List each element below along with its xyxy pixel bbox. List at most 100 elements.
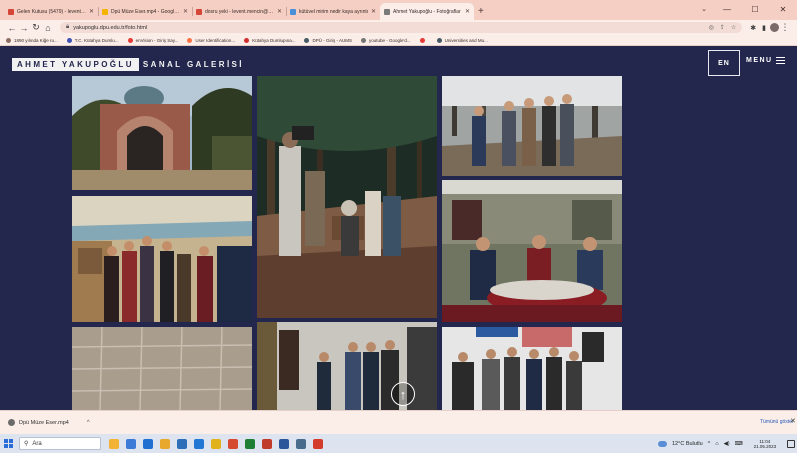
tab-close-icon[interactable]: ✕: [89, 8, 94, 15]
share-icon[interactable]: ⇪: [720, 24, 725, 31]
taskbar-search-input[interactable]: ⚲ Ara: [19, 437, 101, 450]
bookmark-item[interactable]: [419, 37, 428, 43]
browser-tab[interactable]: Dpü Müze Eser.mp4 - Google Dr ✕: [98, 3, 192, 20]
taskbar-app-icon[interactable]: [296, 438, 306, 449]
menu-label: MENU: [746, 57, 773, 64]
bookmarks-bar: 1890 yılında Kiğe ru... T.C. Kütahya Dum…: [0, 35, 797, 46]
search-placeholder: Ara: [32, 440, 42, 447]
browser-tab[interactable]: kütüvel mirim nedir kaya ayrıntı ✕: [286, 3, 380, 20]
bookmark-item[interactable]: DPÜ - Giriş - AUMS: [304, 37, 352, 43]
address-bar[interactable]: 🔒︎ yakupoglu.dpu.edu.tr/foto.html ◎ ⇪ ☆: [60, 22, 743, 33]
url-text[interactable]: yakupoglu.dpu.edu.tr/foto.html: [73, 25, 147, 31]
browser-tab-active[interactable]: Ahmet Yakupoğlu - Fotoğraflar ✕: [380, 3, 474, 20]
bookmark-item[interactable]: Kütahya Dumlupına...: [244, 37, 295, 43]
tab-title: dosru yeki - levent.mencin@dpu: [205, 8, 275, 15]
show-all-downloads-link[interactable]: Tümünü göster: [760, 419, 794, 425]
brand-subtitle: SANAL GALERİSİ: [142, 60, 244, 69]
extensions-area: ✱ ▮: [750, 24, 766, 32]
tab-title: Ahmet Yakupoğlu - Fotoğraflar: [393, 8, 461, 15]
tray-chevron-icon[interactable]: ^: [708, 441, 711, 447]
menu-button[interactable]: MENU: [746, 57, 785, 64]
bookmark-item[interactable]: 1890 yılında Kiğe ru...: [6, 37, 58, 43]
bookmark-star-icon[interactable]: ☆: [731, 24, 736, 31]
photo-banquet-table[interactable]: [442, 180, 622, 322]
home-icon[interactable]: ⌂: [42, 23, 54, 33]
download-filename: Dpü Müze Eser.mp4: [19, 419, 69, 426]
google-lens-icon[interactable]: ◎: [709, 24, 714, 31]
tab-search-icon[interactable]: ⌄: [701, 5, 707, 13]
tab-title: Gelen Kutusu (5479) - leventmen: [17, 8, 87, 15]
photo-tiled-wall[interactable]: [72, 327, 252, 410]
browser-menu-icon[interactable]: ⋮: [779, 22, 791, 33]
network-icon[interactable]: ⌂: [715, 441, 718, 447]
profile-avatar[interactable]: [770, 23, 779, 32]
clock[interactable]: 11:04 21.05.2023: [754, 439, 777, 449]
taskbar-app-icon[interactable]: [228, 438, 238, 449]
keyboard-icon[interactable]: ⌨: [735, 441, 743, 447]
windows-start-icon[interactable]: [4, 439, 13, 448]
site-logo[interactable]: AHMET YAKUPOĞLU SANAL GALERİSİ: [12, 58, 244, 71]
photo-forest-camera-crew[interactable]: [257, 76, 437, 318]
close-window-button[interactable]: ✕: [769, 0, 797, 18]
photo-image: [442, 180, 622, 322]
taskbar-app-icon[interactable]: [126, 438, 136, 449]
close-download-bar-button[interactable]: ✕: [790, 417, 796, 425]
bookmark-favicon-icon: [187, 37, 193, 43]
taskbar-app-icon[interactable]: [177, 438, 187, 449]
download-item[interactable]: Dpü Müze Eser.mp4 ^: [8, 419, 90, 426]
photo-exhibition-hall[interactable]: [72, 196, 252, 322]
taskbar-app-icon[interactable]: [194, 438, 204, 449]
youtube-icon: [419, 37, 425, 43]
minimize-button[interactable]: —: [713, 0, 741, 18]
maximize-button[interactable]: ☐: [741, 0, 769, 18]
taskbar-app-icon[interactable]: [262, 438, 272, 449]
browser-tab[interactable]: Gelen Kutusu (5479) - leventmen ✕: [4, 3, 98, 20]
tab-close-icon[interactable]: ✕: [183, 8, 188, 15]
photo-group-stage[interactable]: [442, 327, 622, 410]
taskbar-app-icon[interactable]: [245, 438, 255, 449]
reload-icon[interactable]: ↻: [30, 22, 42, 33]
photo-image: [442, 327, 622, 410]
weather-text[interactable]: 12°C Bulutlu: [672, 441, 703, 447]
volume-icon[interactable]: ◀): [724, 441, 730, 447]
tab-title: Dpü Müze Eser.mp4 - Google Dr: [111, 8, 181, 15]
tab-close-icon[interactable]: ✕: [371, 8, 376, 15]
forward-arrow-icon[interactable]: →: [18, 23, 30, 33]
taskbar-app-icon[interactable]: [143, 438, 153, 449]
clock-date: 21.05.2023: [753, 443, 777, 449]
download-options-chevron-icon[interactable]: ^: [87, 420, 90, 426]
bookmark-item[interactable]: Universities and Mu...: [436, 37, 488, 43]
taskbar-app-icon[interactable]: [211, 438, 221, 449]
browser-tab[interactable]: dosru yeki - levent.mencin@dpu ✕: [192, 3, 286, 20]
taskbar-app-icon[interactable]: [109, 438, 119, 449]
bookmark-item[interactable]: T.C. Kütahya Dumlu...: [66, 37, 119, 43]
photo-stone-gate-dome[interactable]: [72, 76, 252, 190]
new-tab-button[interactable]: +: [478, 6, 484, 17]
bookmark-item[interactable]: User Identification...: [187, 37, 235, 43]
side-panel-icon[interactable]: ▮: [762, 24, 766, 32]
photo-image: [72, 327, 252, 410]
back-arrow-icon[interactable]: ←: [6, 23, 18, 33]
tab-close-icon[interactable]: ✕: [465, 8, 470, 15]
extensions-puzzle-icon[interactable]: ✱: [750, 24, 756, 32]
taskbar-apps: [109, 438, 323, 449]
scroll-to-top-button[interactable]: ↑: [391, 382, 415, 406]
gmail-icon: [196, 8, 202, 15]
photo-forest-group[interactable]: [442, 76, 622, 176]
bookmark-item[interactable]: enVision - Giriş Say...: [127, 37, 178, 43]
photo-image: [72, 196, 252, 322]
bookmark-item[interactable]: youtube - Google'd...: [361, 37, 411, 43]
notification-icon[interactable]: [787, 439, 796, 448]
photo-image: [257, 76, 437, 318]
bookmark-favicon-icon: [244, 37, 250, 43]
taskbar-app-icon[interactable]: [160, 438, 170, 449]
tab-close-icon[interactable]: ✕: [277, 8, 282, 15]
bookmark-favicon-icon: [6, 37, 11, 43]
photo-image: [72, 76, 252, 190]
taskbar-app-icon[interactable]: [313, 438, 323, 449]
taskbar-app-icon[interactable]: [279, 438, 289, 449]
language-button[interactable]: EN: [708, 50, 740, 76]
window-controls: — ☐ ✕: [713, 0, 797, 18]
lock-icon[interactable]: 🔒︎: [66, 24, 69, 31]
photo-image: [442, 76, 622, 176]
